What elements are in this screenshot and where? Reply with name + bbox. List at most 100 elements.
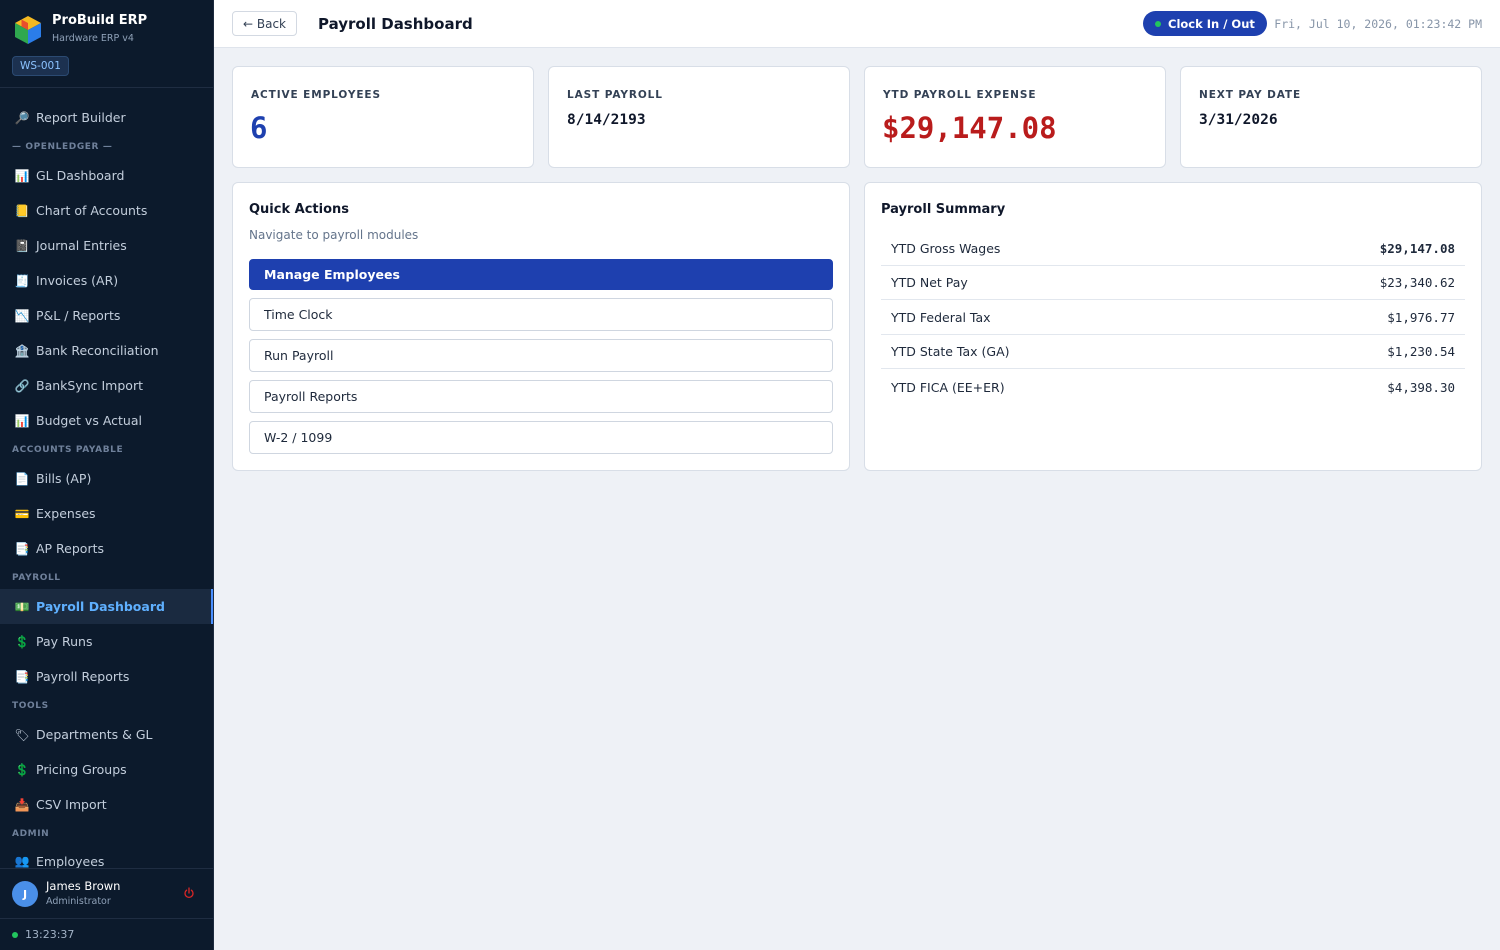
user-role: Administrator [46, 896, 111, 907]
notebook-icon: 📓 [14, 238, 30, 253]
workstation-badge: WS-001 [12, 56, 69, 76]
ledger-icon: 📒 [14, 203, 30, 218]
summary-value: $4,398.30 [1387, 379, 1455, 395]
sidebar-item-bank-reconciliation[interactable]: 🏦 Bank Reconciliation [0, 333, 213, 368]
page-title: Payroll Dashboard [318, 15, 473, 33]
user-name: James Brown [46, 879, 121, 893]
summary-row: YTD State Tax (GA) $1,230.54 [881, 335, 1465, 369]
stat-value: 6 [250, 111, 268, 145]
current-datetime: Fri, Jul 10, 2026, 01:23:42 PM [1274, 17, 1482, 31]
sidebar-item-report-builder[interactable]: 🔎 Report Builder [0, 100, 213, 135]
tag-icon: 🏷 [14, 727, 30, 742]
sidebar-item-label: AP Reports [36, 541, 105, 556]
power-icon[interactable] [183, 887, 195, 899]
cube-logo-icon [15, 16, 41, 44]
brand-header: ProBuild ERP Hardware ERP v4 WS-001 [0, 0, 213, 88]
sidebar-item-bills-ap[interactable]: 📄 Bills (AP) [0, 461, 213, 496]
online-status-icon [12, 932, 18, 938]
avatar[interactable]: J [12, 881, 38, 907]
w2-1099-button[interactable]: W-2 / 1099 [249, 421, 833, 454]
sidebar-item-employees[interactable]: 👥 Employees [0, 845, 213, 868]
sidebar-item-p-l-reports[interactable]: 📉 P&L / Reports [0, 298, 213, 333]
summary-row: YTD FICA (EE+ER) $4,398.30 [881, 370, 1465, 404]
sidebar-item-journal-entries[interactable]: 📓 Journal Entries [0, 228, 213, 263]
manage-employees-button[interactable]: Manage Employees [249, 259, 833, 290]
stat-label: LAST PAYROLL [567, 89, 663, 101]
status-clock: 13:23:37 [25, 928, 75, 941]
payroll-reports-button[interactable]: Payroll Reports [249, 380, 833, 413]
brand-title: ProBuild ERP [52, 13, 148, 28]
sidebar-item-label: Report Builder [36, 110, 126, 125]
back-button[interactable]: ← Back [232, 11, 298, 36]
stat-card-ytd-expense: YTD PAYROLL EXPENSE $29,147.08 [864, 66, 1166, 168]
sidebar-item-label: BankSync Import [36, 378, 143, 393]
sidebar-scroll-edge [0, 88, 213, 100]
credit-card-icon: 💳 [14, 506, 30, 521]
clock-in-out-button[interactable]: Clock In / Out [1143, 11, 1267, 36]
summary-label: YTD State Tax (GA) [891, 344, 1010, 359]
sidebar-item-expenses[interactable]: 💳 Expenses [0, 496, 213, 531]
payroll-summary-panel: Payroll Summary YTD Gross Wages $29,147.… [864, 182, 1482, 471]
sidebar-item-payroll-reports[interactable]: 📑 Payroll Reports [0, 659, 213, 694]
user-panel: J James Brown Administrator [0, 868, 213, 918]
sidebar-item-label: Departments & GL [36, 727, 153, 742]
summary-value: $23,340.62 [1379, 275, 1455, 290]
sidebar-section-header: TOOLS [12, 700, 49, 711]
stat-card-next-pay-date: NEXT PAY DATE 3/31/2026 [1180, 66, 1482, 168]
summary-label: YTD FICA (EE+ER) [891, 379, 1005, 395]
sidebar-item-ap-reports[interactable]: 📑 AP Reports [0, 531, 213, 566]
sidebar-item-pricing-groups[interactable]: 💲 Pricing Groups [0, 752, 213, 787]
top-bar: ← Back Payroll Dashboard Clock In / Out … [214, 0, 1500, 48]
sidebar-item-budget-vs-actual[interactable]: 📊 Budget vs Actual [0, 403, 213, 438]
run-payroll-button[interactable]: Run Payroll [249, 339, 833, 372]
sidebar-item-label: Chart of Accounts [36, 203, 148, 218]
summary-value: $1,230.54 [1387, 344, 1455, 359]
sidebar-item-label: Journal Entries [36, 238, 127, 253]
dollar-icon: 💲 [14, 634, 30, 649]
sidebar-item-csv-import[interactable]: 📥 CSV Import [0, 787, 213, 822]
summary-label: YTD Federal Tax [891, 310, 991, 325]
sidebar-item-departments-gl[interactable]: 🏷 Departments & GL [0, 717, 213, 752]
sidebar-item-label: CSV Import [36, 797, 107, 812]
stat-label: ACTIVE EMPLOYEES [251, 89, 381, 101]
status-dot-icon [1155, 20, 1161, 27]
summary-label: YTD Gross Wages [891, 241, 1001, 256]
link-icon: 🔗 [14, 378, 30, 393]
sidebar-item-invoices-ar[interactable]: 🧾 Invoices (AR) [0, 263, 213, 298]
report-icon: 📑 [14, 541, 30, 556]
document-icon: 📄 [14, 471, 30, 486]
sidebar-item-label: Pricing Groups [36, 762, 127, 777]
stat-label: YTD PAYROLL EXPENSE [883, 89, 1037, 101]
bar-chart-icon: 📊 [14, 168, 30, 183]
bar-chart-icon: 📊 [14, 413, 30, 428]
sidebar-item-gl-dashboard[interactable]: 📊 GL Dashboard [0, 158, 213, 193]
sidebar-section-header: — OPENLEDGER — [12, 141, 113, 152]
summary-row: YTD Federal Tax $1,976.77 [881, 301, 1465, 335]
sidebar-item-banksync-import[interactable]: 🔗 BankSync Import [0, 368, 213, 403]
sidebar-item-label: Pay Runs [36, 634, 93, 649]
sidebar-item-label: Payroll Dashboard [36, 599, 165, 614]
summary-label: YTD Net Pay [891, 275, 968, 290]
stat-card-active-employees: ACTIVE EMPLOYEES 6 [232, 66, 534, 168]
sidebar-item-label: Invoices (AR) [36, 273, 119, 288]
dollar-icon: 💲 [14, 762, 30, 777]
money-icon: 💵 [14, 599, 30, 614]
sidebar-item-label: Bills (AP) [36, 471, 92, 486]
sidebar-item-label: GL Dashboard [36, 168, 125, 183]
brand-subtitle: Hardware ERP v4 [52, 33, 134, 44]
summary-row: YTD Net Pay $23,340.62 [881, 266, 1465, 300]
summary-value: $1,976.77 [1387, 310, 1455, 325]
panel-subtitle: Navigate to payroll modules [249, 228, 419, 242]
stat-card-last-payroll: LAST PAYROLL 8/14/2193 [548, 66, 850, 168]
chart-down-icon: 📉 [14, 308, 30, 323]
sidebar-item-label: Payroll Reports [36, 669, 130, 684]
panel-title: Quick Actions [249, 202, 350, 217]
summary-row: YTD Gross Wages $29,147.08 [881, 232, 1465, 266]
report-icon: 📑 [14, 669, 30, 684]
sidebar-item-label: P&L / Reports [36, 308, 121, 323]
sidebar-item-pay-runs[interactable]: 💲 Pay Runs [0, 624, 213, 659]
sidebar-item-label: Bank Reconciliation [36, 343, 159, 358]
sidebar-item-chart-of-accounts[interactable]: 📒 Chart of Accounts [0, 193, 213, 228]
time-clock-button[interactable]: Time Clock [249, 298, 833, 331]
sidebar-item-payroll-dashboard[interactable]: 💵 Payroll Dashboard [0, 589, 213, 624]
